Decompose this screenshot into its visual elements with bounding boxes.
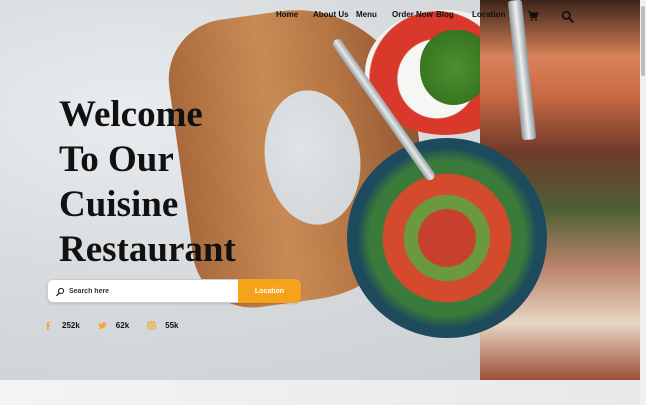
cart-icon[interactable] (527, 10, 539, 22)
location-button[interactable]: Location (238, 279, 301, 303)
twitter-count: 62k (115, 321, 130, 330)
next-section-strip (0, 380, 640, 405)
social-facebook[interactable]: 252k (44, 321, 80, 330)
nav-menu[interactable]: Menu (356, 10, 377, 19)
instagram-count: 55k (165, 321, 179, 330)
hero-title-line: Restaurant (59, 229, 236, 270)
search-field-wrapper (47, 279, 238, 303)
social-instagram[interactable]: 55k (147, 321, 179, 330)
social-stats: 252k 62k 55k (44, 321, 197, 330)
search-input[interactable] (69, 287, 229, 295)
nav-about-us[interactable]: About Us (313, 10, 349, 19)
nav-location[interactable]: Location (472, 10, 505, 19)
twitter-icon (98, 322, 107, 329)
search-icon[interactable] (561, 10, 574, 23)
vegetable-bowl-image (347, 138, 547, 338)
search-input-icon (56, 287, 65, 296)
scrollbar[interactable] (640, 0, 646, 405)
facebook-count: 252k (62, 321, 80, 330)
hero-title-line: Cuisine (59, 184, 179, 225)
scrollbar-thumb[interactable] (641, 6, 645, 76)
nav-order-now[interactable]: Order Now (392, 10, 433, 19)
facebook-icon (46, 322, 51, 330)
instagram-icon (147, 321, 156, 330)
hero-title-line: To Our (59, 139, 174, 180)
search-bar: Location (47, 279, 301, 303)
nav-home[interactable]: Home (276, 10, 298, 19)
social-twitter[interactable]: 62k (98, 321, 129, 330)
hero-title: Welcome To Our Cuisine Restaurant (59, 92, 319, 272)
nav-blog[interactable]: Blog (436, 10, 454, 19)
hero-title-line: Welcome (59, 94, 203, 135)
